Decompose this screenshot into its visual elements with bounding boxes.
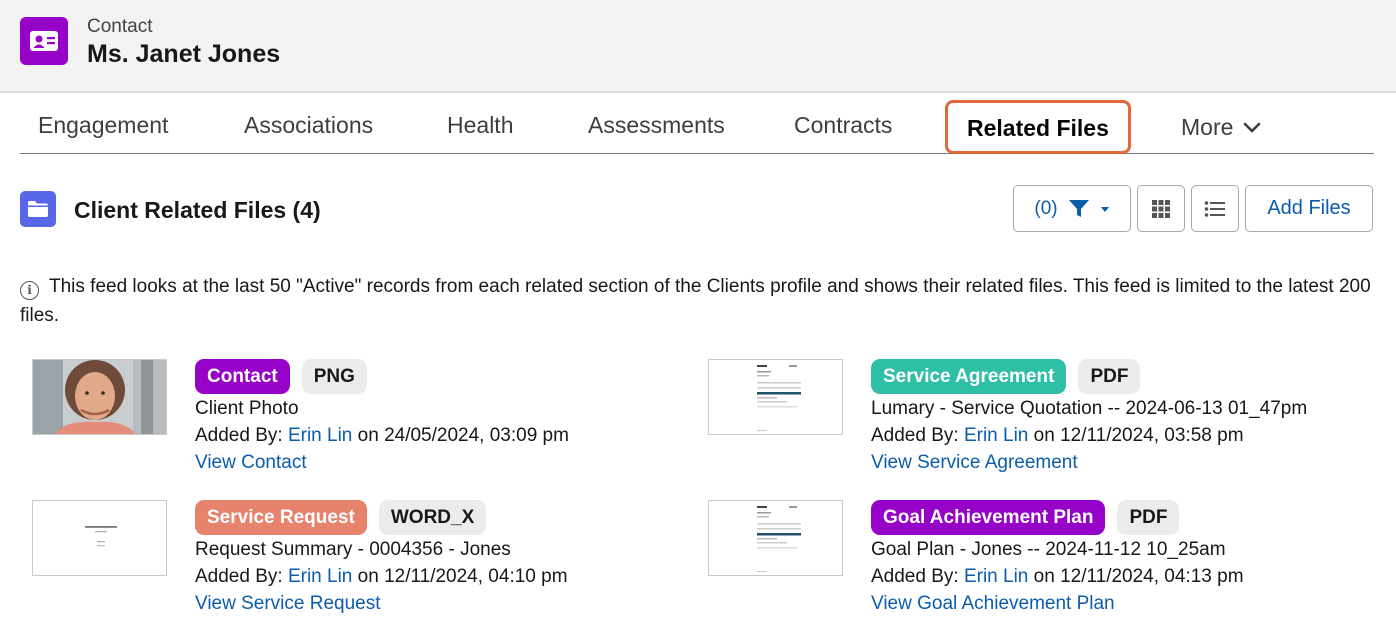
tab-associations[interactable]: Associations: [244, 112, 373, 139]
added-by-line: Added By: Erin Lin on 12/11/2024, 04:10 …: [195, 563, 568, 590]
added-by-label: Added By:: [871, 566, 959, 587]
added-by-line: Added By: Erin Lin on 24/05/2024, 03:09 …: [195, 422, 569, 449]
file-card: Goal Achievement Plan PDF Goal Plan - Jo…: [708, 500, 1368, 620]
tab-engagement[interactable]: Engagement: [38, 112, 168, 139]
list-icon: [1204, 200, 1225, 217]
file-card: Service Agreement PDF Lumary - Service Q…: [708, 359, 1368, 479]
view-record-link[interactable]: View Contact: [195, 449, 569, 476]
contact-card-icon: [20, 17, 68, 65]
file-thumbnail[interactable]: [708, 359, 843, 435]
view-record-link[interactable]: View Goal Achievement Plan: [871, 590, 1244, 617]
caret-down-icon: [1100, 206, 1109, 212]
added-date: on 24/05/2024, 03:09 pm: [357, 425, 569, 446]
file-type-badge: PNG: [301, 359, 367, 394]
file-details: Service Request WORD_X Request Summary -…: [195, 500, 568, 617]
category-badge: Contact: [195, 359, 290, 394]
file-card: Service Request WORD_X Request Summary -…: [32, 500, 692, 620]
info-icon: i: [20, 281, 39, 300]
tab-more[interactable]: More: [1181, 114, 1261, 141]
added-by-label: Added By:: [871, 425, 959, 446]
category-badge: Goal Achievement Plan: [871, 500, 1106, 535]
tab-related-files[interactable]: Related Files: [945, 100, 1131, 154]
added-by-user-link[interactable]: Erin Lin: [288, 425, 352, 446]
filter-count: (0): [1034, 197, 1058, 219]
view-record-link[interactable]: View Service Request: [195, 590, 568, 617]
pdf-preview-image: [757, 506, 801, 572]
filter-icon: [1068, 199, 1089, 217]
pdf-preview-image: [757, 365, 801, 431]
section-title: Client Related Files (4): [74, 197, 321, 223]
record-header: Contact Ms. Janet Jones: [0, 0, 1396, 93]
file-card: Contact PNG Client Photo Added By: Erin …: [32, 359, 692, 479]
added-date: on 12/11/2024, 04:10 pm: [357, 566, 568, 587]
word-preview-image: [85, 526, 117, 547]
chevron-down-icon: [1244, 122, 1261, 133]
file-thumbnail[interactable]: [32, 500, 167, 576]
category-badge: Service Agreement: [871, 359, 1067, 394]
added-by-line: Added By: Erin Lin on 12/11/2024, 04:13 …: [871, 563, 1244, 590]
tab-health[interactable]: Health: [447, 112, 513, 139]
folder-icon: [20, 191, 56, 227]
file-type-badge: WORD_X: [378, 500, 487, 535]
file-title: Goal Plan - Jones -- 2024-11-12 10_25am: [871, 539, 1226, 560]
list-view-button[interactable]: [1191, 185, 1239, 232]
file-thumbnail[interactable]: [32, 359, 167, 435]
added-by-label: Added By:: [195, 566, 283, 587]
file-title: Request Summary - 0004356 - Jones: [195, 539, 511, 560]
file-title: Client Photo: [195, 398, 299, 419]
added-by-line: Added By: Erin Lin on 12/11/2024, 03:58 …: [871, 422, 1307, 449]
category-badge: Service Request: [195, 500, 367, 535]
info-text: This feed looks at the last 50 "Active" …: [20, 276, 1371, 326]
add-files-button[interactable]: Add Files: [1245, 185, 1373, 232]
added-by-label: Added By:: [195, 425, 283, 446]
added-date: on 12/11/2024, 03:58 pm: [1033, 425, 1244, 446]
file-title: Lumary - Service Quotation -- 2024-06-13…: [871, 398, 1308, 419]
file-type-badge: PDF: [1117, 500, 1180, 535]
added-by-user-link[interactable]: Erin Lin: [964, 425, 1028, 446]
tab-contracts[interactable]: Contracts: [794, 112, 892, 139]
tab-more-label: More: [1181, 114, 1234, 140]
added-date: on 12/11/2024, 04:13 pm: [1033, 566, 1244, 587]
record-name: Ms. Janet Jones: [87, 40, 281, 68]
grid-icon: [1152, 199, 1170, 218]
tab-assessments[interactable]: Assessments: [588, 112, 725, 139]
file-details: Goal Achievement Plan PDF Goal Plan - Jo…: [871, 500, 1244, 617]
client-photo-image: [33, 360, 166, 434]
tab-bar: Engagement Associations Health Assessmen…: [20, 100, 1374, 154]
added-by-user-link[interactable]: Erin Lin: [964, 566, 1028, 587]
filter-button[interactable]: (0): [1013, 185, 1131, 232]
object-label: Contact: [87, 16, 153, 37]
file-details: Service Agreement PDF Lumary - Service Q…: [871, 359, 1307, 476]
view-record-link[interactable]: View Service Agreement: [871, 449, 1307, 476]
added-by-user-link[interactable]: Erin Lin: [288, 566, 352, 587]
file-details: Contact PNG Client Photo Added By: Erin …: [195, 359, 569, 476]
info-note: i This feed looks at the last 50 "Active"…: [20, 272, 1380, 330]
file-type-badge: PDF: [1078, 359, 1141, 394]
file-thumbnail[interactable]: [708, 500, 843, 576]
grid-view-button[interactable]: [1137, 185, 1185, 232]
